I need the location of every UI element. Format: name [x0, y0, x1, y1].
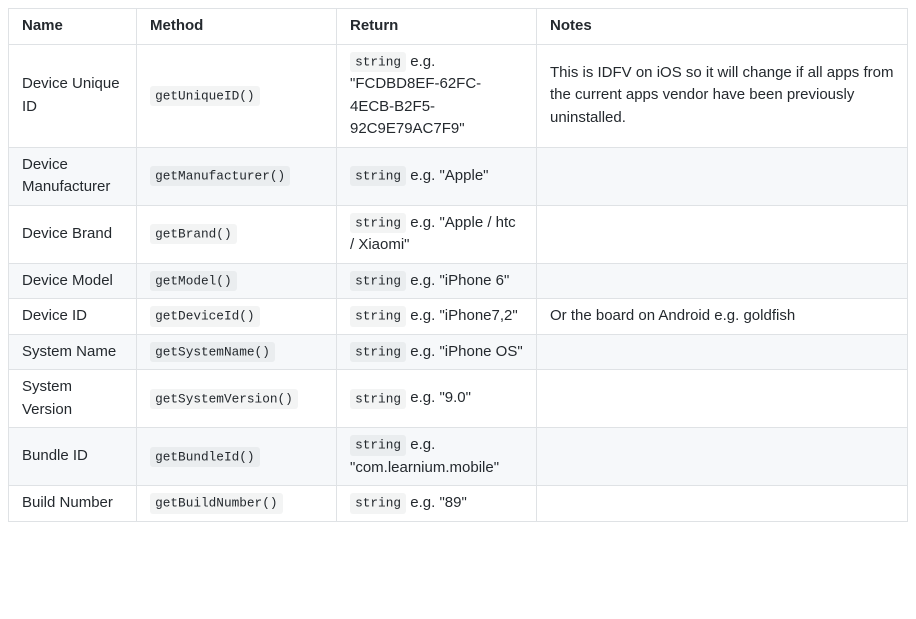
cell-return: string e.g. "iPhone7,2": [337, 299, 537, 335]
eg-label: e.g.: [406, 272, 439, 289]
return-example: "com.learnium.mobile": [350, 459, 499, 476]
return-example: "iPhone7,2": [439, 307, 517, 324]
api-methods-table: Name Method Return Notes Device Unique I…: [8, 8, 908, 522]
cell-method: getSystemName(): [137, 334, 337, 370]
cell-return: string e.g. "FCDBD8EF-62FC-4ECB-B2F5-92C…: [337, 44, 537, 147]
cell-notes: [537, 486, 908, 522]
table-row: System Name getSystemName() string e.g. …: [9, 334, 908, 370]
cell-notes: [537, 147, 908, 205]
return-type-code: string: [350, 166, 406, 186]
cell-return: string e.g. "89": [337, 486, 537, 522]
cell-notes: [537, 205, 908, 263]
method-code: getUniqueID(): [150, 86, 260, 106]
cell-notes: This is IDFV on iOS so it will change if…: [537, 44, 908, 147]
eg-label: e.g.: [406, 343, 439, 360]
table-row: Device Brand getBrand() string e.g. "App…: [9, 205, 908, 263]
method-code: getBuildNumber(): [150, 493, 283, 513]
cell-name: System Version: [9, 370, 137, 428]
method-code: getBrand(): [150, 224, 237, 244]
return-example: "Apple": [439, 167, 488, 184]
eg-label: e.g.: [406, 214, 439, 231]
method-code: getSystemVersion(): [150, 389, 298, 409]
header-name: Name: [9, 9, 137, 45]
header-return: Return: [337, 9, 537, 45]
method-code: getManufacturer(): [150, 166, 290, 186]
cell-return: string e.g. "com.learnium.mobile": [337, 428, 537, 486]
cell-return: string e.g. "iPhone OS": [337, 334, 537, 370]
cell-return: string e.g. "9.0": [337, 370, 537, 428]
cell-method: getSystemVersion(): [137, 370, 337, 428]
eg-label: e.g.: [406, 167, 439, 184]
return-example: "9.0": [439, 389, 471, 406]
return-type-code: string: [350, 342, 406, 362]
return-type-code: string: [350, 493, 406, 513]
cell-method: getUniqueID(): [137, 44, 337, 147]
cell-name: System Name: [9, 334, 137, 370]
table-header-row: Name Method Return Notes: [9, 9, 908, 45]
table-row: Device ID getDeviceId() string e.g. "iPh…: [9, 299, 908, 335]
method-code: getBundleId(): [150, 447, 260, 467]
return-example: "iPhone OS": [439, 343, 522, 360]
table-row: Device Model getModel() string e.g. "iPh…: [9, 263, 908, 299]
cell-name: Bundle ID: [9, 428, 137, 486]
cell-name: Device Model: [9, 263, 137, 299]
cell-name: Build Number: [9, 486, 137, 522]
table-row: Bundle ID getBundleId() string e.g. "com…: [9, 428, 908, 486]
return-type-code: string: [350, 271, 406, 291]
cell-return: string e.g. "Apple / htc / Xiaomi": [337, 205, 537, 263]
cell-name: Device Manufacturer: [9, 147, 137, 205]
return-type-code: string: [350, 52, 406, 72]
method-code: getModel(): [150, 271, 237, 291]
return-example: "89": [439, 494, 466, 511]
cell-notes: [537, 428, 908, 486]
eg-label: e.g.: [406, 53, 435, 70]
table-row: Build Number getBuildNumber() string e.g…: [9, 486, 908, 522]
header-notes: Notes: [537, 9, 908, 45]
table-row: System Version getSystemVersion() string…: [9, 370, 908, 428]
cell-notes: [537, 263, 908, 299]
cell-method: getManufacturer(): [137, 147, 337, 205]
eg-label: e.g.: [406, 389, 439, 406]
return-type-code: string: [350, 389, 406, 409]
cell-method: getDeviceId(): [137, 299, 337, 335]
table-row: Device Unique ID getUniqueID() string e.…: [9, 44, 908, 147]
cell-name: Device ID: [9, 299, 137, 335]
cell-return: string e.g. "iPhone 6": [337, 263, 537, 299]
return-type-code: string: [350, 435, 406, 455]
cell-method: getModel(): [137, 263, 337, 299]
header-method: Method: [137, 9, 337, 45]
cell-notes: [537, 370, 908, 428]
table-row: Device Manufacturer getManufacturer() st…: [9, 147, 908, 205]
return-type-code: string: [350, 213, 406, 233]
return-example: "iPhone 6": [439, 272, 509, 289]
cell-method: getBuildNumber(): [137, 486, 337, 522]
eg-label: e.g.: [406, 307, 439, 324]
cell-name: Device Brand: [9, 205, 137, 263]
cell-notes: Or the board on Android e.g. goldfish: [537, 299, 908, 335]
cell-notes: [537, 334, 908, 370]
eg-label: e.g.: [406, 436, 435, 453]
return-type-code: string: [350, 306, 406, 326]
cell-method: getBrand(): [137, 205, 337, 263]
method-code: getDeviceId(): [150, 306, 260, 326]
cell-method: getBundleId(): [137, 428, 337, 486]
eg-label: e.g.: [406, 494, 439, 511]
cell-return: string e.g. "Apple": [337, 147, 537, 205]
cell-name: Device Unique ID: [9, 44, 137, 147]
return-example: "FCDBD8EF-62FC-4ECB-B2F5-92C9E79AC7F9": [350, 75, 481, 137]
method-code: getSystemName(): [150, 342, 275, 362]
